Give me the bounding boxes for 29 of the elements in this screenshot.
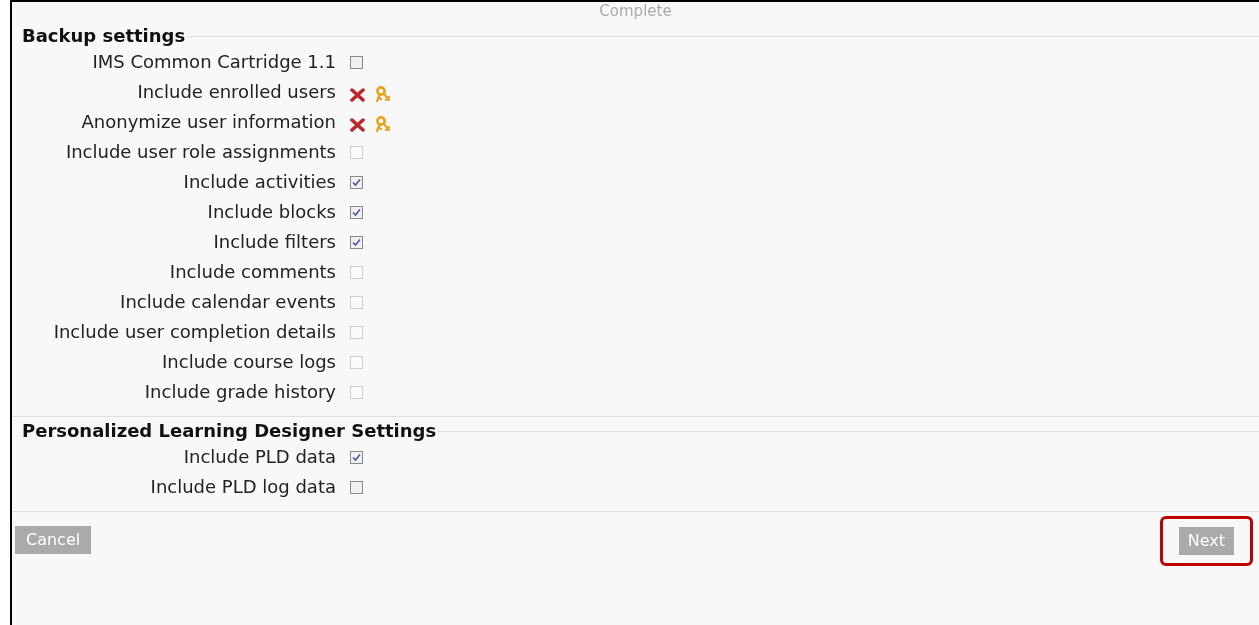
checkbox[interactable] [350,206,363,219]
key-icon [375,116,391,133]
setting-label: Include filters [212,230,336,254]
setting-label: Include user completion details [52,320,336,344]
setting-label: Include enrolled users [136,80,336,104]
checkbox[interactable] [350,56,363,69]
setting-label: Include blocks [206,200,336,224]
setting-label: Include PLD log data [149,475,336,499]
stage-label: Complete [599,2,672,22]
setting-label: Include PLD data [182,445,336,469]
setting-label: Include activities [182,170,336,194]
key-icon [375,86,391,103]
setting-label: Include user role assignments [64,140,336,164]
setting-label: Include course logs [161,350,336,374]
checkbox[interactable] [350,451,363,464]
checkbox[interactable] [350,236,363,249]
setting-label: Include calendar events [119,290,336,314]
section-heading: Personalized Learning Designer Settings [22,419,437,443]
cross-icon [350,117,365,132]
checkbox[interactable] [350,481,363,494]
cross-icon [350,87,365,102]
setting-label: IMS Common Cartridge 1.1 [91,50,336,74]
cancel-button[interactable]: Cancel [15,526,92,554]
next-button[interactable]: Next [1178,527,1234,555]
setting-label: Include grade history [143,380,336,404]
section-heading: Backup settings [22,24,186,48]
setting-label: Anonymize user information [80,110,336,134]
setting-label: Include comments [168,260,336,284]
checkbox[interactable] [350,176,363,189]
